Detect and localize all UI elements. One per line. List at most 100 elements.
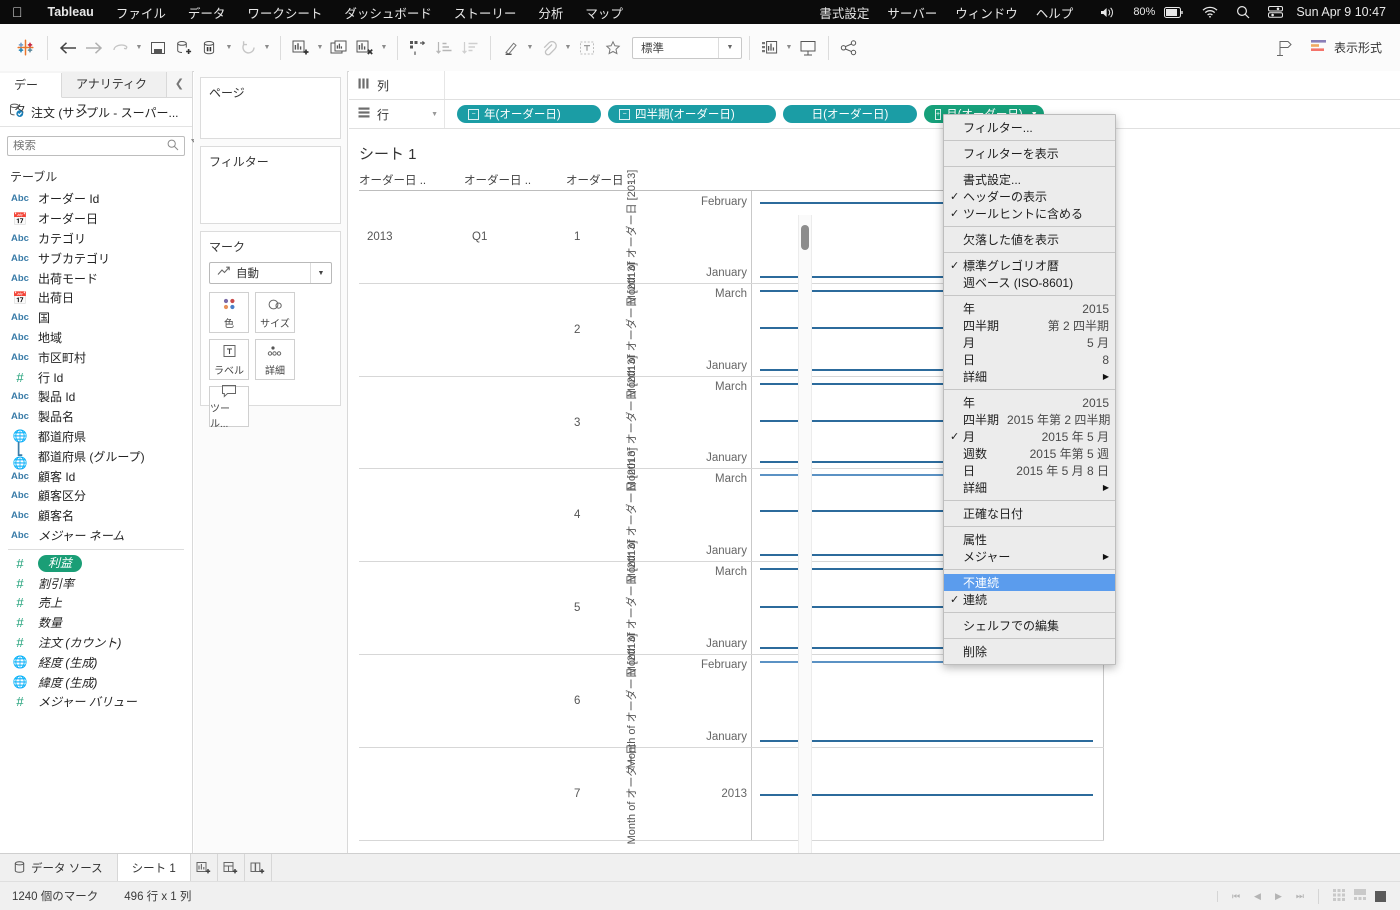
field-prefecture-group[interactable]: ⎣🌐 都道府県 (グループ) xyxy=(0,442,192,470)
sort-descending-button[interactable] xyxy=(457,35,483,61)
field-order-date[interactable]: 📅 オーダー日 xyxy=(0,209,192,229)
refresh-button[interactable] xyxy=(235,35,261,61)
new-worksheet-tab-button[interactable] xyxy=(191,854,218,882)
menu-item-format[interactable]: 書式設定... xyxy=(944,171,1115,188)
refresh-caret-icon[interactable]: ▼ xyxy=(261,44,273,51)
rows-shelf-caret-icon[interactable]: ▼ xyxy=(431,111,438,118)
clear-sheet-button[interactable] xyxy=(352,35,378,61)
field-longitude[interactable]: 🌐 経度 (生成) xyxy=(0,652,192,672)
menu-item-continuous-month[interactable]: ✓ 月 2015 年 5 月 xyxy=(944,428,1115,445)
mark-type-caret-icon[interactable]: ▼ xyxy=(310,263,331,283)
pause-datasource-button[interactable] xyxy=(197,35,223,61)
menu-item-continuous[interactable]: ✓ 連続 xyxy=(944,591,1115,608)
show-me-button[interactable]: 表示形式 xyxy=(1304,39,1388,56)
collapse-pane-icon[interactable]: ❮ xyxy=(167,72,192,97)
menu-map[interactable]: マップ xyxy=(574,3,634,22)
menu-item-discrete-day[interactable]: 日8 xyxy=(944,351,1115,368)
menu-item-discrete-year[interactable]: 年 2015 xyxy=(944,300,1115,317)
menu-dashboard[interactable]: ダッシュボード xyxy=(333,3,443,22)
next-page-icon[interactable]: ▶ xyxy=(1275,891,1282,902)
columns-shelf[interactable]: 列 xyxy=(349,71,1400,100)
field-ship-date[interactable]: 📅 出荷日 xyxy=(0,288,192,308)
menu-item-continuous-week[interactable]: 週数 2015 年第 5 週 xyxy=(944,445,1115,462)
menu-server[interactable]: サーバー xyxy=(878,3,946,22)
new-dashboard-tab-button[interactable] xyxy=(218,854,245,882)
datasource-caret-icon[interactable]: ▼ xyxy=(223,44,235,51)
sheet-view-icon[interactable] xyxy=(1375,890,1386,902)
prev-page-icon[interactable]: ◀ xyxy=(1254,891,1261,902)
cards-caret-icon[interactable]: ▼ xyxy=(783,44,795,51)
first-page-icon[interactable]: ⏮ xyxy=(1232,891,1240,902)
marks-detail-button[interactable]: 詳細 xyxy=(255,339,295,380)
field-city[interactable]: Abc 市区町村 xyxy=(0,347,192,367)
menu-item-continuous-year[interactable]: 年 2015 xyxy=(944,394,1115,411)
pill-expand-icon[interactable]: + xyxy=(935,108,942,120)
menu-item-edit-in-shelf[interactable]: シェルフでの編集 xyxy=(944,617,1115,634)
pill-collapse-icon[interactable]: − xyxy=(619,108,630,120)
menu-story[interactable]: ストーリー xyxy=(443,3,528,22)
fit-caret-icon[interactable]: ▼ xyxy=(718,37,741,58)
undo-redo-button[interactable] xyxy=(107,35,133,61)
undo-caret-icon[interactable]: ▼ xyxy=(133,44,145,51)
presentation-stand-icon[interactable] xyxy=(1272,35,1298,61)
menu-item-discrete-month[interactable]: 月 5 月 xyxy=(944,334,1115,351)
field-product-name[interactable]: Abc 製品名 xyxy=(0,407,192,427)
field-order-id[interactable]: Abc オーダー Id xyxy=(0,189,192,209)
marks-tooltip-button[interactable]: ツール... xyxy=(209,384,249,430)
back-button[interactable] xyxy=(55,35,81,61)
highlight-button[interactable] xyxy=(498,35,524,61)
highlight-caret-icon[interactable]: ▼ xyxy=(524,44,536,51)
spotlight-search-icon[interactable] xyxy=(1227,5,1259,19)
tab-data[interactable]: データ xyxy=(0,73,62,117)
save-button[interactable] xyxy=(145,35,171,61)
search-input-wrap[interactable] xyxy=(7,136,185,156)
menu-item-continuous-more[interactable]: 詳細 ▶ xyxy=(944,479,1115,496)
field-product-id[interactable]: Abc 製品 Id xyxy=(0,387,192,407)
menu-item-remove[interactable]: 削除 xyxy=(944,643,1115,660)
menu-analysis[interactable]: 分析 xyxy=(527,3,574,22)
marks-color-button[interactable]: 色 xyxy=(209,292,249,333)
control-center-icon[interactable] xyxy=(1259,6,1292,18)
duplicate-worksheet-button[interactable] xyxy=(326,35,352,61)
show-hide-cards-button[interactable] xyxy=(757,35,783,61)
field-measure-names[interactable]: Abc メジャー ネーム xyxy=(0,526,192,546)
filmstrip-view-icon[interactable] xyxy=(1354,888,1366,904)
volume-icon[interactable] xyxy=(1082,6,1124,19)
menu-item-show-filter[interactable]: フィルターを表示 xyxy=(944,145,1115,162)
field-subcategory[interactable]: Abc サブカテゴリ xyxy=(0,248,192,268)
marks-label-button[interactable]: ラベル xyxy=(209,339,249,380)
menu-item-attribute[interactable]: 属性 xyxy=(944,531,1115,548)
tab-analytics[interactable]: アナリティクス xyxy=(62,72,167,116)
field-sales[interactable]: # 売上 xyxy=(0,593,192,613)
pages-card[interactable]: ページ xyxy=(200,77,341,139)
field-category[interactable]: Abc カテゴリ xyxy=(0,229,192,249)
rows-shelf-drop[interactable]: − 年(オーダー日) − 四半期(オーダー日) 日(オーダー日) + 月(オーダ… xyxy=(445,100,1400,128)
field-measure-values[interactable]: # メジャー バリュー xyxy=(0,692,192,712)
tab-sheet-1[interactable]: シート 1 xyxy=(117,854,191,882)
selected-field-pill[interactable]: 利益 xyxy=(38,554,83,572)
apple-logo-icon[interactable]:  xyxy=(12,5,23,19)
field-country[interactable]: Abc 国 xyxy=(0,308,192,328)
table-row[interactable]: 7 Month of オーダー日 2013 xyxy=(359,744,1104,844)
menu-item-measure[interactable]: メジャー ▶ xyxy=(944,548,1115,565)
fixed-axis-caret-icon[interactable]: ▼ xyxy=(562,44,574,51)
menu-data[interactable]: データ xyxy=(177,3,237,22)
pill-day-order-date[interactable]: 日(オーダー日) xyxy=(783,105,917,123)
menu-item-include-in-tooltip[interactable]: ✓ ツールヒントに含める xyxy=(944,205,1115,222)
field-ship-mode[interactable]: Abc 出荷モード xyxy=(0,268,192,288)
grid-view-icon[interactable] xyxy=(1333,888,1345,904)
menu-item-filter[interactable]: フィルター... xyxy=(944,119,1115,136)
marks-size-button[interactable]: サイズ xyxy=(255,292,295,333)
menu-item-iso8601[interactable]: 週ベース (ISO-8601) xyxy=(944,274,1115,291)
search-input[interactable] xyxy=(13,140,167,152)
field-segment[interactable]: Abc 顧客区分 xyxy=(0,486,192,506)
menu-item-discrete-quarter[interactable]: 四半期 第 2 四半期 xyxy=(944,317,1115,334)
last-page-icon[interactable]: ⏭ xyxy=(1296,891,1304,902)
menu-item-gregorian[interactable]: ✓ 標準グレゴリオ暦 xyxy=(944,257,1115,274)
forward-button[interactable] xyxy=(81,35,107,61)
presentation-pin-button[interactable] xyxy=(600,35,626,61)
field-orders-count[interactable]: # 注文 (カウント) xyxy=(0,633,192,653)
field-latitude[interactable]: 🌐 緯度 (生成) xyxy=(0,672,192,692)
new-worksheet-button[interactable] xyxy=(288,35,314,61)
text-mark-button[interactable] xyxy=(574,35,600,61)
